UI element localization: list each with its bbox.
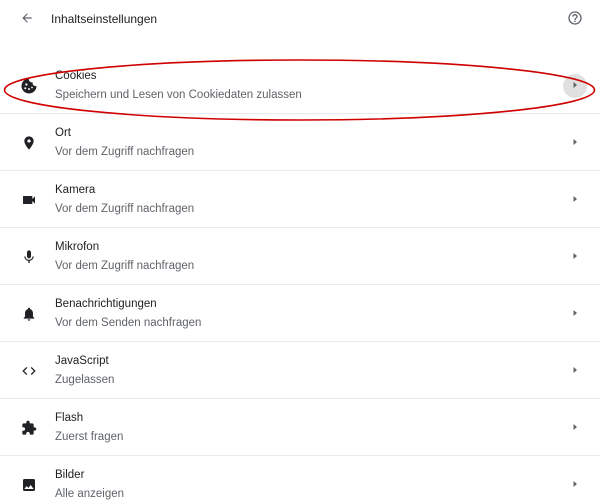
setting-label: Flash xyxy=(55,412,84,424)
setting-label: Mikrofon xyxy=(55,241,100,253)
back-button[interactable] xyxy=(16,9,38,31)
chevron-right-icon xyxy=(570,476,580,494)
cookie-icon xyxy=(20,77,38,95)
page-title: Inhaltseinstellungen xyxy=(51,12,158,26)
chevron-right-icon xyxy=(570,191,580,209)
chevron-right-button[interactable] xyxy=(563,359,587,383)
setting-sublabel: Vor dem Zugriff nachfragen xyxy=(55,203,195,215)
setting-sublabel: Vor dem Zugriff nachfragen xyxy=(55,260,195,272)
setting-sublabel: Zuerst fragen xyxy=(55,431,124,443)
chevron-right-icon xyxy=(570,77,580,95)
chevron-right-button[interactable] xyxy=(563,416,587,440)
setting-label: Kamera xyxy=(55,184,96,196)
chevron-right-button[interactable] xyxy=(563,131,587,155)
content-settings-page: Inhaltseinstellungen Cookies Speichern u… xyxy=(0,0,600,500)
chevron-right-icon xyxy=(570,362,580,380)
chevron-right-button[interactable] xyxy=(563,473,587,497)
setting-row-cookies[interactable]: Cookies Speichern und Lesen von Cookieda… xyxy=(0,57,600,114)
camera-icon xyxy=(20,191,38,209)
code-icon xyxy=(20,362,38,380)
setting-label: Cookies xyxy=(55,70,97,82)
chevron-right-button[interactable] xyxy=(563,188,587,212)
setting-sublabel: Zugelassen xyxy=(55,374,115,386)
image-icon xyxy=(20,476,38,494)
chevron-right-button[interactable] xyxy=(563,245,587,269)
setting-row-camera[interactable]: Kamera Vor dem Zugriff nachfragen xyxy=(0,171,600,228)
setting-sublabel: Alle anzeigen xyxy=(55,488,125,500)
setting-row-javascript[interactable]: JavaScript Zugelassen xyxy=(0,342,600,399)
help-button[interactable] xyxy=(564,9,586,31)
setting-sublabel: Vor dem Zugriff nachfragen xyxy=(55,146,195,158)
setting-sublabel: Vor dem Senden nachfragen xyxy=(55,317,202,329)
setting-row-flash[interactable]: Flash Zuerst fragen xyxy=(0,399,600,456)
setting-label: JavaScript xyxy=(55,355,109,367)
microphone-icon xyxy=(20,248,38,266)
page-header: Inhaltseinstellungen xyxy=(0,0,600,40)
bell-icon xyxy=(20,305,38,323)
setting-row-microphone[interactable]: Mikrofon Vor dem Zugriff nachfragen xyxy=(0,228,600,285)
setting-row-images[interactable]: Bilder Alle anzeigen xyxy=(0,456,600,500)
setting-label: Bilder xyxy=(55,469,85,481)
chevron-right-icon xyxy=(570,419,580,437)
chevron-right-button[interactable] xyxy=(563,302,587,326)
setting-row-location[interactable]: Ort Vor dem Zugriff nachfragen xyxy=(0,114,600,171)
chevron-right-icon xyxy=(570,248,580,266)
chevron-right-icon xyxy=(570,134,580,152)
location-pin-icon xyxy=(20,134,38,152)
settings-list: Cookies Speichern und Lesen von Cookieda… xyxy=(0,57,600,500)
setting-row-notifications[interactable]: Benachrichtigungen Vor dem Senden nachfr… xyxy=(0,285,600,342)
help-circle-icon xyxy=(567,10,583,31)
setting-label: Benachrichtigungen xyxy=(55,298,157,310)
chevron-right-icon xyxy=(570,305,580,323)
chevron-right-button[interactable] xyxy=(563,74,587,98)
puzzle-icon xyxy=(20,419,38,437)
setting-label: Ort xyxy=(55,127,71,139)
arrow-left-icon xyxy=(20,11,34,30)
setting-sublabel: Speichern und Lesen von Cookiedaten zula… xyxy=(55,89,302,101)
